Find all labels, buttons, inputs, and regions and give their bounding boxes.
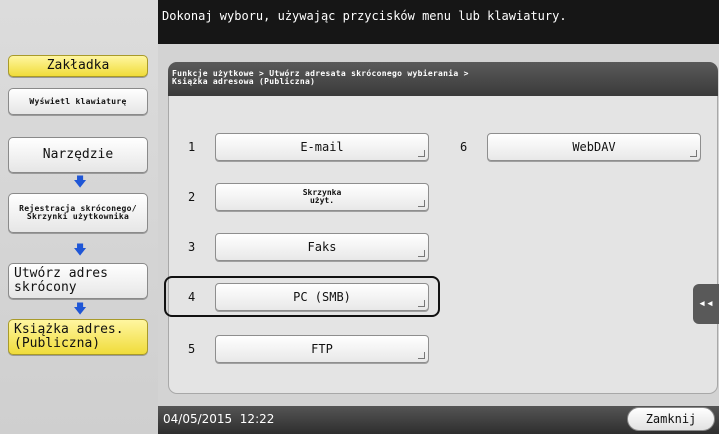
- function-row: 5 FTP: [183, 335, 433, 363]
- collapse-left-icon[interactable]: ◂◂: [693, 284, 719, 324]
- function-number: 4: [188, 290, 196, 304]
- instruction-header: Dokonaj wyboru, używając przycisków menu…: [158, 0, 719, 44]
- function-label: WebDAV: [572, 140, 616, 154]
- function-number: 5: [188, 342, 196, 356]
- function-number: 3: [188, 240, 196, 254]
- function-row: 2 Skrzynka użyt.: [183, 183, 433, 211]
- function-number: 1: [188, 140, 196, 154]
- pc-smb-button[interactable]: PC (SMB): [215, 283, 429, 311]
- fax-button[interactable]: Faks: [215, 233, 429, 261]
- webdav-button[interactable]: WebDAV: [487, 133, 701, 161]
- function-label: Faks: [307, 240, 337, 254]
- corner-mark-icon: [418, 300, 425, 307]
- breadcrumb: Funkcje użytkowe > Utwórz adresata skróc…: [168, 62, 718, 96]
- tab-button[interactable]: Zakładka: [8, 55, 148, 77]
- ftp-button[interactable]: FTP: [215, 335, 429, 363]
- arrow-down-icon: 🡇: [73, 302, 87, 317]
- corner-mark-icon: [690, 150, 697, 157]
- close-button[interactable]: Zamknij: [627, 407, 715, 431]
- function-row: 1 E-mail: [183, 133, 433, 161]
- breadcrumb-line-2: Książka adresowa (Publiczna): [172, 77, 316, 86]
- email-button[interactable]: E-mail: [215, 133, 429, 161]
- sidebar-step-registration[interactable]: Rejestracja skróconego/ Skrzynki użytkow…: [8, 193, 148, 233]
- corner-mark-icon: [418, 250, 425, 257]
- function-label: Skrzynka użyt.: [302, 188, 342, 205]
- corner-mark-icon: [418, 352, 425, 359]
- user-box-button[interactable]: Skrzynka użyt.: [215, 183, 429, 211]
- function-number: 2: [188, 190, 196, 204]
- arrow-down-icon: 🡇: [73, 175, 87, 190]
- corner-mark-icon: [418, 200, 425, 207]
- date-time: 04/05/2015 12:22: [163, 412, 275, 426]
- function-row: 3 Faks: [183, 233, 433, 261]
- show-keyboard-button[interactable]: Wyświetl klawiaturę: [8, 88, 148, 115]
- arrow-down-icon: 🡇: [73, 243, 87, 258]
- sidebar-step-create-address[interactable]: Utwórz adres skrócony: [8, 263, 148, 299]
- function-label: FTP: [311, 342, 333, 356]
- function-row: 4 PC (SMB): [183, 283, 433, 311]
- function-number: 6: [460, 140, 468, 154]
- function-label: PC (SMB): [293, 290, 351, 304]
- corner-mark-icon: [418, 150, 425, 157]
- sidebar-step-address-book[interactable]: Książka adres. (Publiczna): [8, 319, 148, 355]
- function-row: 6 WebDAV: [455, 133, 705, 161]
- instruction-text: Dokonaj wyboru, używając przycisków menu…: [162, 9, 567, 23]
- function-label: E-mail: [300, 140, 344, 154]
- sidebar-step-tool[interactable]: Narzędzie: [8, 137, 148, 173]
